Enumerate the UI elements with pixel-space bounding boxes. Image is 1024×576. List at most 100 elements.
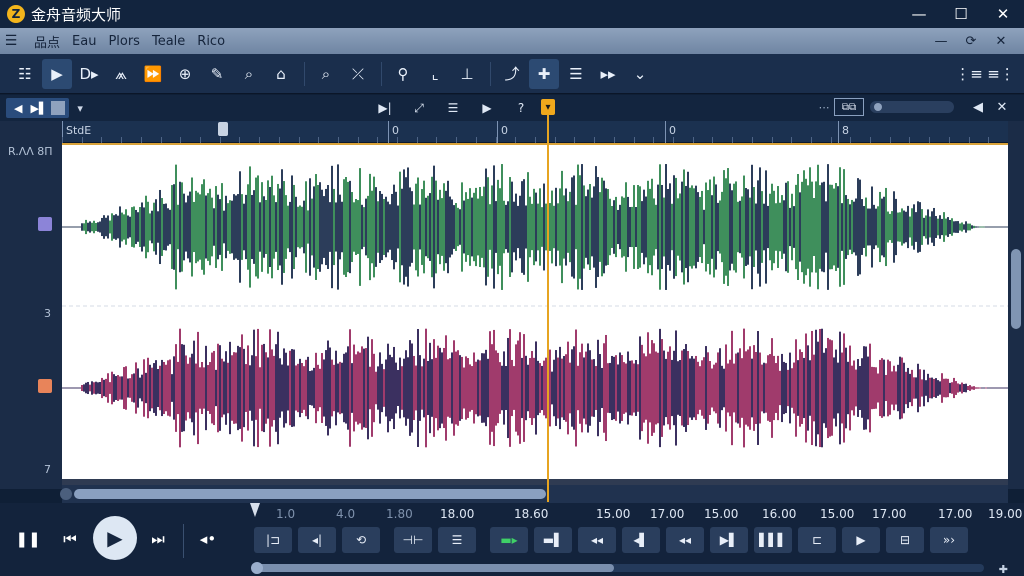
align-right-icon[interactable]: ≡⋮ [986, 59, 1016, 89]
skip-end-icon[interactable]: ▶| [368, 101, 402, 115]
magic-wand-icon[interactable]: ⤫ [343, 59, 373, 89]
timeline-scroll-thumb[interactable] [254, 564, 614, 572]
help-icon[interactable]: ? [504, 101, 538, 115]
volume-icon[interactable]: ▬▌ [534, 527, 572, 553]
fast-rewind-icon[interactable]: ◂◂ [578, 527, 616, 553]
forward-icon-2[interactable]: ▸▸ [593, 59, 623, 89]
timeline-scroll-knob[interactable] [251, 562, 263, 574]
waveform-area[interactable] [62, 143, 1008, 487]
vertical-scroll-thumb[interactable] [1011, 249, 1021, 329]
cursor-icon[interactable]: D▸ [74, 59, 104, 89]
more-icon[interactable]: ⋯ [814, 101, 834, 114]
menu-item-2[interactable]: Eau [72, 34, 96, 49]
close-icon[interactable]: ✕ [982, 0, 1024, 28]
add-icon[interactable]: ✚ [999, 563, 1008, 576]
track-dropdown-icon[interactable]: ▾ [77, 102, 83, 115]
export-icon[interactable]: ⊟ [886, 527, 924, 553]
waveform-icon[interactable]: ⩕ [106, 59, 136, 89]
chevron-down-icon[interactable]: ⌄ [625, 59, 655, 89]
subbar-tools: ▶| ⤢ ☰ ▶ ? [368, 95, 538, 121]
gutter-label-bottom: 7 [44, 463, 51, 476]
menu-lines-icon[interactable]: ☰ [436, 101, 470, 115]
timeline-label: 16.00 [762, 507, 797, 521]
app-logo-icon: Z [7, 5, 25, 23]
channel-1-waveform [62, 164, 1008, 290]
timeline-scrollbar[interactable] [251, 562, 984, 574]
collapse-left-icon[interactable]: ◀ [966, 100, 990, 115]
play-select-icon[interactable]: ▶ [42, 58, 72, 89]
hamburger-menu-icon[interactable]: ☰ [0, 33, 22, 49]
anchor-icon[interactable]: ⊥ [452, 59, 482, 89]
channel-1-chip[interactable] [38, 217, 52, 231]
scroll-start-knob[interactable] [60, 488, 72, 500]
menu-item-1[interactable]: 品点 [34, 32, 60, 51]
zoom-icon[interactable]: ⚲ [388, 59, 418, 89]
step-forward-icon[interactable]: ▶▌ [710, 527, 748, 553]
menu-bar: ☰ 品点 Eau Plors Teale Rico — ⟳ ✕ [0, 28, 1024, 54]
next-track-icon[interactable]: ▶▌ [30, 102, 47, 115]
horizontal-scroll-thumb[interactable] [74, 489, 546, 499]
toolbar-right: ⋮≡ ≡⋮ [954, 59, 1018, 89]
channel-gutter: R.ΛΛ 8Π 3 7 [0, 121, 62, 489]
previous-icon[interactable]: ⏮ [56, 525, 84, 553]
playhead-line[interactable] [547, 114, 549, 502]
record-level-icon[interactable]: ▬▸ [490, 527, 528, 553]
playhead-marker-icon[interactable]: ▾ [541, 99, 555, 115]
play-small-icon[interactable]: ▶ [470, 101, 504, 115]
time-ruler[interactable]: StdE 0 0 0 8 [62, 121, 1008, 143]
ruler-handle[interactable] [218, 122, 228, 136]
search-icon[interactable]: ⌕ [234, 59, 264, 89]
rewind-icon[interactable]: ◂◂ [666, 527, 704, 553]
add-marker-icon[interactable]: ✚ [529, 58, 559, 89]
search-icon-2[interactable]: ⌕ [311, 59, 341, 89]
menu-item-4[interactable]: Teale [152, 34, 185, 49]
frame-icon[interactable]: ⊏ [798, 527, 836, 553]
expand-icon[interactable]: ⤢ [402, 101, 436, 116]
zoom-in-icon[interactable]: ⊕ [170, 59, 200, 89]
more-options-icon[interactable]: »› [930, 527, 968, 553]
refresh-icon[interactable]: ⟳ [956, 34, 986, 49]
timeline-label: 17.00 [938, 507, 973, 521]
ruler-tick [665, 121, 666, 143]
timeline-label: 17.00 [650, 507, 685, 521]
maximize-icon[interactable]: ☐ [940, 0, 982, 28]
vertical-scrollbar[interactable] [1008, 121, 1024, 489]
track-color-swatch[interactable] [51, 101, 66, 115]
step-back-icon[interactable]: ◂▌ [622, 527, 660, 553]
close-panel-icon[interactable]: ✕ [986, 34, 1016, 49]
loop-icon[interactable]: ◂• [194, 525, 222, 553]
forward-icon[interactable]: ⏩ [138, 59, 168, 89]
list-icon-2[interactable]: ☰ [561, 59, 591, 89]
channel-2-chip[interactable] [38, 379, 52, 393]
timeline-pin-icon[interactable] [250, 503, 260, 517]
envelope-icon[interactable]: ⤴ [497, 59, 527, 89]
rewind-step-icon[interactable]: ◂| [298, 527, 336, 553]
list-view-icon[interactable]: ☰ [438, 527, 476, 553]
zoom-slider[interactable] [870, 101, 954, 113]
repeat-icon[interactable]: ⟲ [342, 527, 380, 553]
pause-icon[interactable]: ❚❚ [14, 525, 42, 553]
ruler-label: 0 [501, 124, 508, 137]
timeline-label: 18.00 [440, 507, 475, 521]
zoom-fit-button[interactable]: ⧉⧉ [834, 98, 864, 116]
horizontal-scrollbar[interactable] [60, 485, 1008, 503]
play-region-icon[interactable]: ▶ [842, 527, 880, 553]
timeline-label: 19.00 [988, 507, 1023, 521]
split-icon[interactable]: ⊣⊢ [394, 527, 432, 553]
list-icon[interactable]: ☷ [10, 59, 40, 89]
menu-item-5[interactable]: Rico [197, 34, 225, 49]
brush-icon[interactable]: ✎ [202, 59, 232, 89]
play-button[interactable]: ▶ [93, 516, 137, 560]
lock-icon[interactable]: ⌂ [266, 59, 296, 89]
close-subbar-icon[interactable]: ✕ [990, 100, 1014, 115]
menu-item-3[interactable]: Plors [108, 34, 140, 49]
marker-in-icon[interactable]: |⊐ [254, 527, 292, 553]
prev-track-icon[interactable]: ◀ [14, 102, 22, 115]
minimize-icon[interactable]: — [898, 0, 940, 28]
crop-icon[interactable]: ⌞ [420, 59, 450, 89]
window-controls: — ☐ ✕ [898, 0, 1024, 28]
bars-icon[interactable]: ▌▌▌ [754, 527, 792, 553]
align-left-icon[interactable]: ⋮≡ [954, 59, 984, 89]
collapse-icon[interactable]: — [926, 34, 956, 49]
next-icon[interactable]: ⏭ [144, 525, 172, 553]
